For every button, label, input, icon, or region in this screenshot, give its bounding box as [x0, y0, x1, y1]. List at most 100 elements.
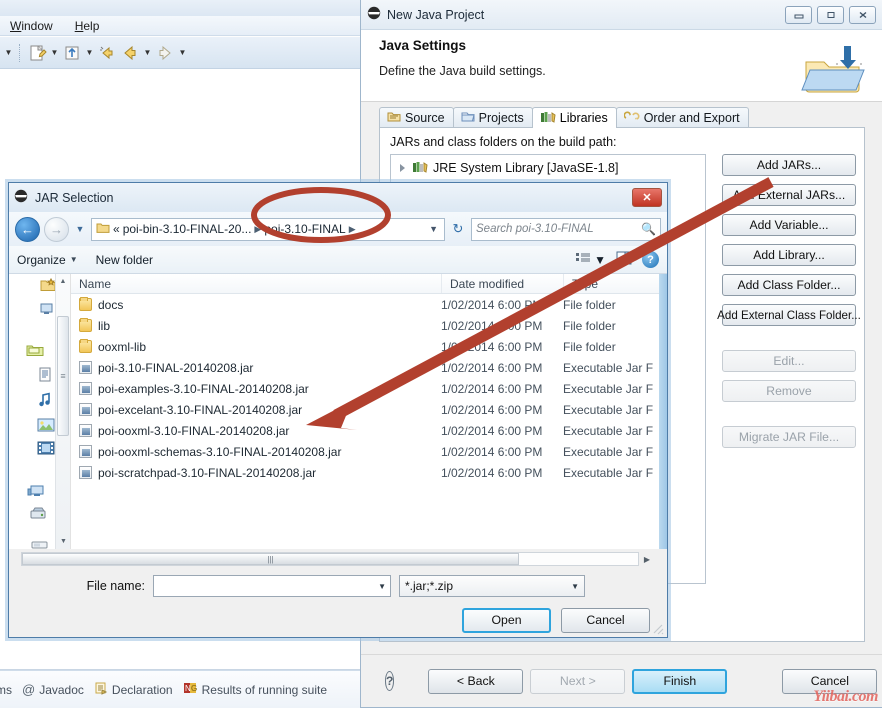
view-tab-declaration[interactable]: Declaration: [94, 681, 173, 698]
minimize-button[interactable]: [785, 6, 812, 24]
back-icon[interactable]: ←: [15, 217, 40, 242]
file-type: Executable Jar F: [563, 445, 667, 459]
breadcrumb-chevron-down-icon[interactable]: ▼: [429, 224, 440, 234]
navigation-pane[interactable]: ▲ ▼: [9, 274, 71, 549]
add-jars-button[interactable]: Add JARs...: [722, 154, 856, 176]
new-folder-button[interactable]: New folder: [96, 253, 153, 267]
breadcrumb-separator-icon[interactable]: ▶: [254, 224, 261, 235]
file-list-vertical-scrollbar[interactable]: [659, 274, 667, 549]
removable-disk-icon[interactable]: [31, 538, 49, 549]
breadcrumb-overflow[interactable]: «: [113, 222, 120, 236]
tab-label: Libraries: [560, 111, 608, 125]
column-header-name[interactable]: Name: [71, 274, 441, 293]
column-header-date-modified[interactable]: Date modified: [441, 274, 563, 293]
close-button[interactable]: [849, 6, 876, 24]
file-list-horizontal-scrollbar[interactable]: ||| ▶: [9, 549, 667, 569]
close-icon[interactable]: ✕: [632, 188, 662, 207]
external-tools-icon[interactable]: [62, 43, 82, 63]
jar-dialog-title-bar: JAR Selection ✕: [9, 183, 667, 212]
breadcrumb[interactable]: « poi-bin-3.10-FINAL-20... ▶ poi-3.10-FI…: [91, 218, 445, 241]
tab-libraries[interactable]: Libraries: [532, 107, 617, 128]
forward-icon[interactable]: →: [44, 217, 69, 242]
new-wizard-icon[interactable]: [27, 43, 47, 63]
forward-icon[interactable]: [155, 43, 175, 63]
back-button[interactable]: < Back: [428, 669, 523, 694]
scroll-right-arrow-icon[interactable]: ▶: [639, 555, 655, 564]
cancel-button[interactable]: Cancel: [561, 608, 650, 633]
file-type-filter-select[interactable]: *.jar;*.zip ▼: [399, 575, 585, 597]
chevron-right-icon[interactable]: [399, 164, 407, 172]
libraries-icon: [540, 110, 556, 126]
scroll-up-arrow-icon[interactable]: ▲: [56, 274, 70, 289]
search-input[interactable]: Search poi-3.10-FINAL 🔍: [471, 218, 661, 241]
view-mode-button[interactable]: ▼: [576, 252, 606, 267]
computer-icon[interactable]: [27, 483, 45, 499]
documents-icon[interactable]: [37, 367, 55, 383]
local-disk-icon[interactable]: [29, 506, 47, 522]
view-tab-javadoc[interactable]: @ Javadoc: [22, 682, 84, 697]
breadcrumb-item-poi-bin[interactable]: poi-bin-3.10-FINAL-20...: [123, 222, 252, 236]
preview-pane-icon[interactable]: [616, 251, 632, 268]
organize-button[interactable]: Organize ▼: [17, 253, 78, 267]
tree-item-jre-system-library[interactable]: JRE System Library [JavaSE-1.8]: [391, 159, 705, 177]
back-history-icon[interactable]: [97, 43, 117, 63]
menu-item-help[interactable]: Help: [71, 18, 104, 34]
help-icon[interactable]: ?: [642, 251, 659, 268]
videos-icon[interactable]: [37, 441, 55, 457]
refresh-icon[interactable]: ↻: [449, 219, 467, 239]
tab-source[interactable]: Source: [379, 107, 454, 128]
open-button[interactable]: Open: [462, 608, 551, 633]
scrollbar-thumb[interactable]: |||: [22, 553, 519, 565]
navigation-pane-scrollbar[interactable]: ▲ ▼: [55, 274, 70, 549]
menu-item-window[interactable]: WWindowindow: [6, 18, 57, 34]
table-row[interactable]: docs 1/02/2014 6:00 PM File folder: [71, 294, 667, 315]
forward-caret[interactable]: ▼: [178, 43, 187, 63]
add-external-class-folder-button[interactable]: Add External Class Folder...: [722, 304, 856, 326]
chevron-down-icon[interactable]: ▼: [378, 582, 386, 591]
file-name-cell: poi-examples-3.10-FINAL-20140208.jar: [71, 382, 441, 396]
view-tab-results-of-running-suite[interactable]: NG Results of running suite: [183, 681, 327, 698]
libraries-folder-icon[interactable]: [26, 342, 44, 358]
tab-projects[interactable]: Projects: [453, 107, 533, 128]
build-path-tabs: Source Projects Libraries Order and Expo…: [379, 106, 748, 128]
scrollbar-track[interactable]: |||: [21, 552, 639, 566]
search-icon[interactable]: 🔍: [641, 222, 656, 236]
scroll-down-arrow-icon[interactable]: ▼: [56, 534, 71, 549]
table-row[interactable]: poi-excelant-3.10-FINAL-20140208.jar 1/0…: [71, 399, 667, 420]
pictures-icon[interactable]: [37, 418, 55, 434]
new-wizard-caret[interactable]: ▼: [50, 43, 59, 63]
breadcrumb-separator-icon[interactable]: ▶: [349, 224, 356, 235]
finish-button[interactable]: Finish: [632, 669, 727, 694]
breadcrumb-item-poi-final[interactable]: poi-3.10-FINAL: [264, 222, 345, 236]
add-class-folder-button[interactable]: Add Class Folder...: [722, 274, 856, 296]
table-row[interactable]: poi-scratchpad-3.10-FINAL-20140208.jar 1…: [71, 462, 667, 483]
maximize-button[interactable]: [817, 6, 844, 24]
add-variable-button[interactable]: Add Variable...: [722, 214, 856, 236]
recent-locations-chevron-down-icon[interactable]: ▼: [73, 224, 87, 234]
music-icon[interactable]: [37, 392, 55, 408]
chevron-down-icon[interactable]: ▼: [571, 582, 579, 591]
table-row[interactable]: lib 1/02/2014 6:00 PM File folder: [71, 315, 667, 336]
toolbar-overflow-caret[interactable]: ▼: [4, 43, 13, 63]
resize-grip-icon[interactable]: [652, 623, 664, 635]
add-library-button[interactable]: Add Library...: [722, 244, 856, 266]
external-tools-caret[interactable]: ▼: [85, 43, 94, 63]
table-row[interactable]: poi-3.10-FINAL-20140208.jar 1/02/2014 6:…: [71, 357, 667, 378]
add-external-jars-button[interactable]: Add External JARs...: [722, 184, 856, 206]
table-row[interactable]: poi-ooxml-3.10-FINAL-20140208.jar 1/02/2…: [71, 420, 667, 441]
desktop-icon[interactable]: [38, 301, 56, 317]
back-icon[interactable]: [120, 43, 140, 63]
help-icon[interactable]: ?: [385, 671, 394, 691]
view-tab-label: Results of running suite: [202, 683, 327, 697]
tab-order-and-export[interactable]: Order and Export: [616, 107, 749, 128]
file-name-cell: poi-excelant-3.10-FINAL-20140208.jar: [71, 403, 441, 417]
scrollbar-thumb[interactable]: [57, 316, 69, 436]
back-caret[interactable]: ▼: [143, 43, 152, 63]
breadcrumb-label: poi-bin-3.10-FINAL-20...: [123, 222, 252, 236]
table-row[interactable]: poi-examples-3.10-FINAL-20140208.jar 1/0…: [71, 378, 667, 399]
column-header-type[interactable]: Type: [563, 274, 667, 293]
table-row[interactable]: poi-ooxml-schemas-3.10-FINAL-20140208.ja…: [71, 441, 667, 462]
file-name-input[interactable]: ▼: [153, 575, 391, 597]
table-row[interactable]: ooxml-lib 1/02/2014 6:00 PM File folder: [71, 336, 667, 357]
view-tab-problems-partial[interactable]: ms: [0, 683, 12, 697]
